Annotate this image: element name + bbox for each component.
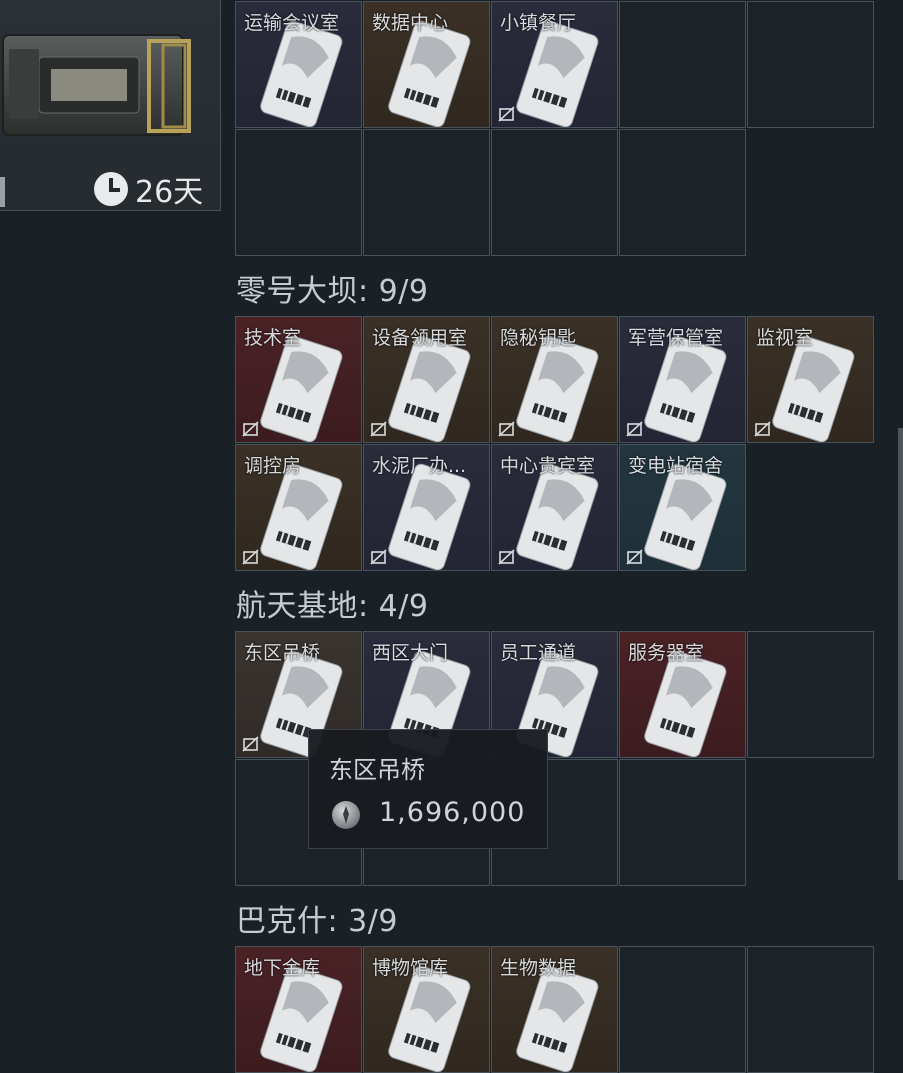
item-tooltip: 东区吊桥 1,696,000: [308, 729, 548, 849]
keycard-label: 员工通道: [500, 642, 577, 664]
no-trade-icon: [626, 421, 643, 437]
no-trade-icon: [370, 421, 387, 437]
section-title-dam: 零号大坝: 9/9: [236, 274, 429, 309]
currency-coin-icon: [332, 801, 360, 829]
keycard-slot[interactable]: 调控房: [235, 444, 362, 571]
empty-slot[interactable]: [619, 759, 746, 886]
keycard-label: 运输会议室: [244, 12, 340, 34]
keycard-label: 隐秘钥匙: [500, 327, 577, 349]
empty-slot[interactable]: [235, 129, 362, 256]
empty-slot[interactable]: [619, 946, 746, 1073]
clock-icon: [94, 172, 128, 206]
empty-slot[interactable]: [747, 946, 874, 1073]
keycard-icon: [260, 463, 343, 570]
keycard-label: 水泥厂办...: [372, 455, 467, 477]
keycard-slot[interactable]: 变电站宿舍: [619, 444, 746, 571]
section-title-bakesh: 巴克什: 3/9: [236, 904, 398, 939]
no-trade-icon: [498, 421, 515, 437]
keycard-case-image: [2, 34, 191, 136]
container-item-panel[interactable]: 26天: [0, 0, 221, 211]
keycard-slot[interactable]: 服务器室: [619, 631, 746, 758]
no-trade-icon: [242, 421, 259, 437]
timer-label: 26天: [135, 175, 204, 210]
no-trade-icon: [242, 736, 259, 752]
empty-slot[interactable]: [747, 631, 874, 758]
tooltip-title: 东区吊桥: [329, 756, 425, 784]
keycard-label: 东区吊桥: [244, 642, 321, 664]
no-trade-icon: [498, 106, 515, 122]
keycard-label: 西区大门: [372, 642, 449, 664]
keycard-label: 数据中心: [372, 12, 449, 34]
keycard-icon: [388, 335, 471, 442]
no-trade-icon: [498, 549, 515, 565]
keycard-icon: [388, 965, 471, 1072]
empty-slot[interactable]: [619, 1, 746, 128]
scrollbar[interactable]: [898, 428, 903, 880]
keycard-label: 技术室: [244, 327, 302, 349]
keycard-icon: [644, 650, 727, 757]
keycard-label: 生物数据: [500, 957, 577, 979]
no-trade-icon: [626, 549, 643, 565]
keycard-icon: [516, 965, 599, 1072]
keycard-slot[interactable]: 监视室: [747, 316, 874, 443]
keycard-label: 中心贵宾室: [500, 455, 596, 477]
tooltip-price: 1,696,000: [379, 797, 526, 828]
empty-slot[interactable]: [747, 1, 874, 128]
keycard-slot[interactable]: 中心贵宾室: [491, 444, 618, 571]
keycard-icon: [772, 335, 855, 442]
keycard-label: 军营保管室: [628, 327, 724, 349]
keycard-icon: [516, 20, 599, 127]
keycard-slot[interactable]: 水泥厂办...: [363, 444, 490, 571]
keycard-icon: [260, 335, 343, 442]
empty-slot[interactable]: [619, 129, 746, 256]
keycard-label: 博物馆库: [372, 957, 449, 979]
keycard-label: 设备领用室: [372, 327, 468, 349]
keycard-slot[interactable]: 隐秘钥匙: [491, 316, 618, 443]
keycard-label: 调控房: [244, 455, 302, 477]
case-timer: 26天: [93, 167, 203, 211]
no-trade-icon: [242, 549, 259, 565]
keycard-slot[interactable]: 博物馆库: [363, 946, 490, 1073]
empty-slot[interactable]: [491, 129, 618, 256]
keycard-label: 变电站宿舍: [628, 455, 724, 477]
no-trade-icon: [370, 549, 387, 565]
keycard-slot[interactable]: 地下金库: [235, 946, 362, 1073]
keycard-slot[interactable]: 生物数据: [491, 946, 618, 1073]
keycard-slot[interactable]: 运输会议室: [235, 1, 362, 128]
keycard-label: 地下金库: [244, 957, 321, 979]
keycard-icon: [516, 335, 599, 442]
keycard-icon: [260, 20, 343, 127]
keycard-icon: [388, 20, 471, 127]
lock-indicator: [0, 177, 5, 207]
section-title-space-base: 航天基地: 4/9: [236, 589, 429, 624]
keycard-label: 服务器室: [628, 642, 705, 664]
keycard-slot[interactable]: 技术室: [235, 316, 362, 443]
keycard-label: 监视室: [756, 327, 814, 349]
keycard-label: 小镇餐厅: [500, 12, 577, 34]
keycard-icon: [260, 965, 343, 1072]
keycard-slot[interactable]: 军营保管室: [619, 316, 746, 443]
empty-slot[interactable]: [363, 129, 490, 256]
keycard-icon: [516, 463, 599, 570]
keycard-slot[interactable]: 数据中心: [363, 1, 490, 128]
keycard-icon: [644, 335, 727, 442]
no-trade-icon: [754, 421, 771, 437]
keycard-slot[interactable]: 小镇餐厅: [491, 1, 618, 128]
keycard-icon: [644, 463, 727, 570]
keycard-slot[interactable]: 设备领用室: [363, 316, 490, 443]
keycard-icon: [388, 463, 471, 570]
